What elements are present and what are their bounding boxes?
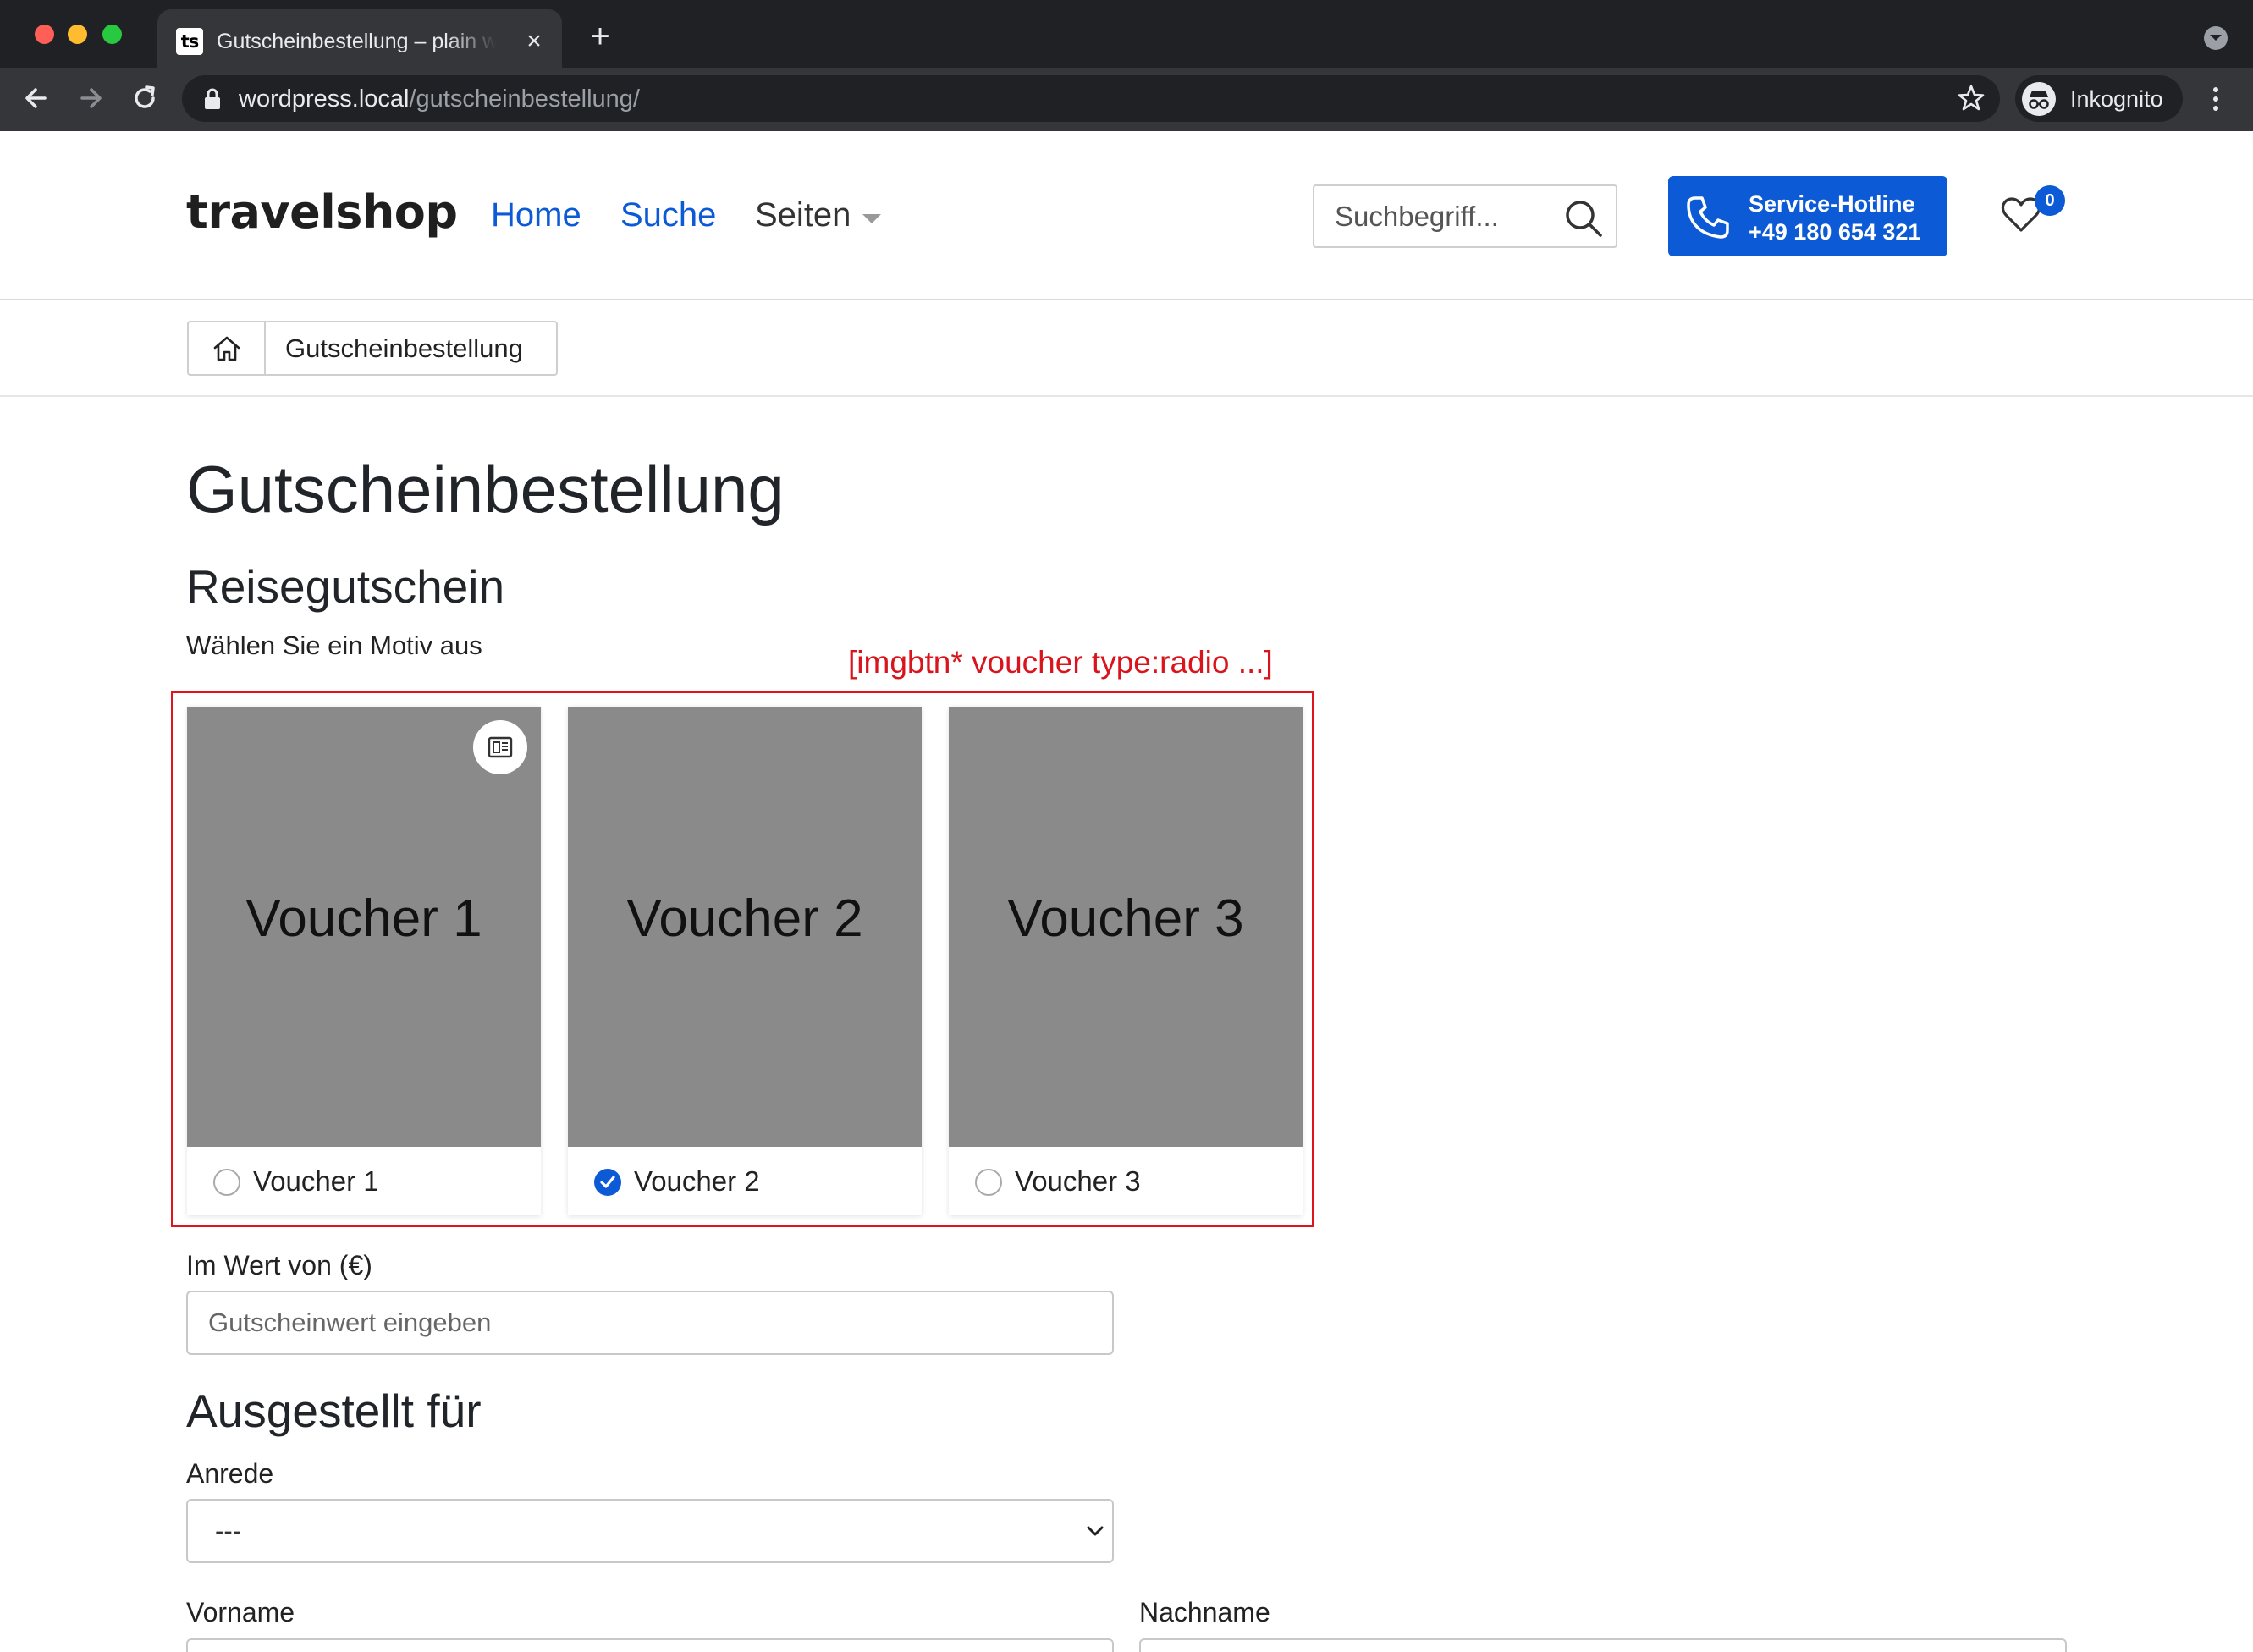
tab-search-icon[interactable] — [2204, 26, 2228, 50]
chevron-down-icon — [1086, 1525, 1104, 1541]
recipient-heading: Ausgestellt für — [186, 1385, 482, 1437]
salutation-label: Anrede — [186, 1458, 274, 1489]
incognito-icon — [2022, 82, 2056, 116]
voucher-label[interactable]: Voucher 2 — [634, 1164, 760, 1199]
tab-title: Gutscheinbestellung – plain wordpress — [217, 30, 496, 53]
nav-suche[interactable]: Suche — [620, 191, 716, 239]
voucher-radio[interactable] — [975, 1169, 1002, 1196]
search-icon[interactable] — [1562, 197, 1605, 244]
voucher-image[interactable]: Voucher 3 — [949, 707, 1303, 1147]
reload-icon[interactable] — [128, 81, 162, 115]
url-host: wordpress.local — [239, 85, 410, 113]
profile-label: Inkognito — [2070, 86, 2163, 112]
favicon-icon: ts — [176, 28, 203, 55]
nav-seiten[interactable]: Seiten — [755, 191, 851, 239]
minimize-window-button[interactable] — [68, 25, 87, 44]
voucher-footer: Voucher 1 — [187, 1147, 541, 1215]
bookmark-star-icon[interactable] — [1957, 84, 1986, 117]
gallery-icon[interactable] — [473, 720, 527, 774]
url-text[interactable]: wordpress.local/gutscheinbestellung/ — [239, 83, 640, 115]
voucher-label[interactable]: Voucher 3 — [1015, 1164, 1141, 1199]
shortcode-annotation: [imgbtn* voucher type:radio ...] — [848, 645, 1273, 680]
forward-arrow-icon[interactable] — [74, 81, 107, 115]
nav-home[interactable]: Home — [491, 191, 581, 239]
voucher-heading: Reisegutschein — [186, 560, 505, 613]
wishlist-count-badge: 0 — [2035, 185, 2065, 216]
voucher-label[interactable]: Voucher 1 — [253, 1164, 379, 1199]
voucher-option-2[interactable]: Voucher 2 Voucher 2 — [568, 707, 922, 1215]
lastname-label: Nachname — [1139, 1597, 1270, 1627]
home-icon[interactable] — [189, 322, 266, 374]
salutation-value: --- — [215, 1516, 241, 1545]
voucher-option-3[interactable]: Voucher 3 Voucher 3 — [949, 707, 1303, 1215]
voucher-image-text: Voucher 3 — [1007, 889, 1244, 948]
service-hotline-button[interactable]: Service-Hotline +49 180 654 321 — [1668, 176, 1947, 256]
voucher-lead-text: Wählen Sie ein Motiv aus — [186, 631, 482, 660]
voucher-image-text: Voucher 1 — [245, 889, 482, 948]
voucher-image[interactable]: Voucher 2 — [568, 707, 922, 1147]
search-input[interactable] — [1316, 188, 1545, 245]
close-tab-icon[interactable]: × — [520, 27, 548, 56]
voucher-image-text: Voucher 2 — [626, 889, 863, 948]
chevron-down-icon[interactable] — [862, 214, 881, 223]
hotline-label: Service-Hotline — [1749, 191, 1915, 217]
close-window-button[interactable] — [35, 25, 54, 44]
browser-tab[interactable]: ts Gutscheinbestellung – plain wordpress… — [157, 9, 562, 68]
breadcrumb-current: Gutscheinbestellung — [285, 333, 523, 363]
url-path: /gutscheinbestellung/ — [409, 85, 640, 113]
value-label: Im Wert von (€) — [186, 1250, 372, 1280]
site-logo[interactable]: travelshop — [186, 184, 458, 240]
maximize-window-button[interactable] — [102, 25, 122, 44]
lastname-input[interactable] — [1139, 1638, 2067, 1652]
phone-icon — [1683, 193, 1732, 246]
value-input[interactable] — [188, 1292, 1112, 1353]
new-tab-icon[interactable]: + — [585, 19, 615, 53]
voucher-radio-checked[interactable] — [594, 1169, 621, 1196]
voucher-footer: Voucher 3 — [949, 1147, 1303, 1215]
voucher-image[interactable]: Voucher 1 — [187, 707, 541, 1147]
page: ts Gutscheinbestellung – plain wordpress… — [0, 0, 2253, 1652]
voucher-footer: Voucher 2 — [568, 1147, 922, 1215]
salutation-select[interactable]: --- — [186, 1499, 1114, 1563]
back-arrow-icon[interactable] — [19, 81, 53, 115]
browser-menu-icon[interactable] — [2207, 84, 2224, 118]
voucher-option-1[interactable]: Voucher 1 Voucher 1 — [187, 707, 541, 1215]
lock-icon[interactable] — [203, 88, 222, 114]
firstname-input[interactable] — [186, 1638, 1114, 1652]
voucher-radio[interactable] — [213, 1169, 240, 1196]
page-title: Gutscheinbestellung — [186, 452, 785, 526]
breadcrumb: Gutscheinbestellung — [187, 321, 558, 376]
hotline-number: +49 180 654 321 — [1749, 219, 1921, 245]
firstname-label: Vorname — [186, 1597, 295, 1627]
value-field — [186, 1291, 1114, 1355]
